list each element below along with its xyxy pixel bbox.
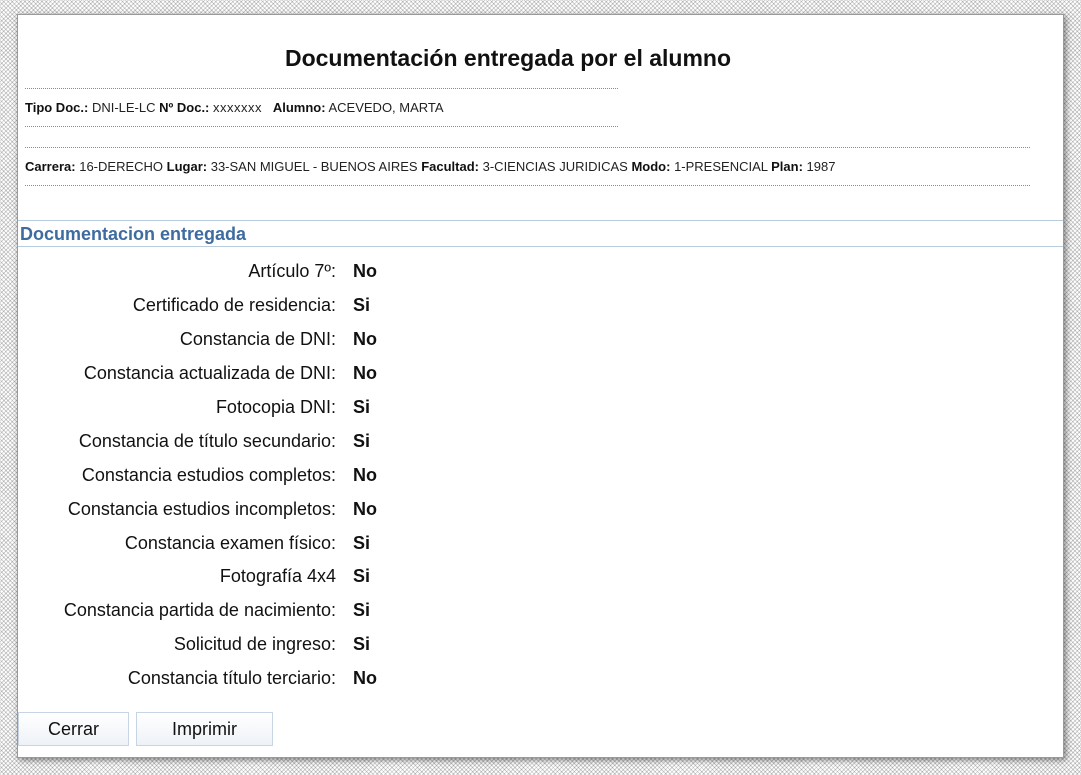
- document-label: Fotocopia DNI:: [215, 397, 336, 417]
- document-row-titulo-secundario: Constancia de título secundario: Si: [18, 424, 418, 458]
- document-status: Si: [353, 634, 371, 655]
- document-status: Si: [353, 397, 371, 417]
- document-status: No: [353, 329, 377, 350]
- lugar-value: 33-SAN MIGUEL - BUENOS AIRES: [210, 159, 418, 174]
- document-row-solicitud-ingreso: Solicitud de ingreso: Si: [18, 628, 418, 662]
- document-status: Si: [353, 430, 371, 451]
- plan-label: Plan:: [771, 159, 803, 174]
- document-label: Constancia de título secundario:: [78, 430, 336, 451]
- student-info: Tipo Doc.: DNI-LE-LC Nº Doc.: xxxxxxx Al…: [25, 100, 444, 115]
- document-row-estudios-incompletos: Constancia estudios incompletos: No: [18, 492, 418, 526]
- section-title: Documentacion entregada: [18, 220, 1063, 247]
- close-button[interactable]: Cerrar: [18, 712, 129, 746]
- divider: [25, 126, 618, 127]
- document-row-constancia-actualizada-dni: Constancia actualizada de DNI: No: [18, 357, 418, 391]
- document-status: No: [353, 668, 377, 689]
- document-row-constancia-dni: Constancia de DNI: No: [18, 323, 418, 357]
- career-info: Carrera: 16-DERECHO Lugar: 33-SAN MIGUEL…: [25, 159, 835, 174]
- document-label: Constancia partida de nacimiento:: [63, 600, 336, 621]
- carrera-label: Carrera:: [25, 159, 76, 174]
- document-status: No: [353, 363, 377, 384]
- document-list: Artículo 7º: No Certificado de residenci…: [18, 255, 418, 696]
- document-status: Si: [353, 566, 371, 587]
- document-label: Artículo 7º:: [248, 261, 336, 282]
- divider: [25, 147, 1030, 148]
- document-row-certificado-residencia: Certificado de residencia: Si: [18, 289, 418, 323]
- document-label: Fotografía 4x4: [219, 566, 336, 587]
- document-label: Constancia título terciario:: [127, 668, 336, 689]
- document-status: Si: [353, 600, 371, 621]
- document-window: Documentación entregada por el alumno Ti…: [17, 14, 1064, 758]
- document-status: Si: [353, 532, 371, 553]
- document-status: No: [353, 261, 377, 282]
- document-label: Constancia actualizada de DNI:: [83, 363, 336, 384]
- document-row-fotocopia-dni: Fotocopia DNI: Si: [18, 391, 418, 425]
- tipo-doc-label: Tipo Doc.:: [25, 100, 89, 115]
- document-label: Constancia de DNI:: [179, 329, 336, 350]
- document-status: No: [353, 464, 377, 485]
- divider: [25, 185, 1030, 186]
- page-title: Documentación entregada por el alumno: [284, 45, 732, 71]
- document-row-articulo-7: Artículo 7º: No: [18, 255, 418, 289]
- document-label: Constancia estudios completos:: [81, 464, 336, 485]
- nro-doc-label: Nº Doc.:: [159, 100, 210, 115]
- document-row-titulo-terciario: Constancia título terciario: No: [18, 662, 418, 696]
- modo-value: 1-PRESENCIAL: [674, 159, 768, 174]
- facultad-label: Facultad:: [421, 159, 479, 174]
- print-button[interactable]: Imprimir: [136, 712, 273, 746]
- carrera-value: 16-DERECHO: [79, 159, 164, 174]
- document-status: No: [353, 498, 377, 519]
- divider: [25, 88, 618, 89]
- document-label: Solicitud de ingreso:: [173, 634, 336, 655]
- document-row-fotografia: Fotografía 4x4 Si: [18, 560, 418, 594]
- alumno-value: ACEVEDO, MARTA: [328, 100, 444, 115]
- document-label: Constancia examen físico:: [124, 532, 336, 553]
- document-status: Si: [353, 295, 371, 316]
- modo-label: Modo:: [631, 159, 671, 174]
- alumno-label: Alumno:: [272, 100, 326, 115]
- facultad-value: 3-CIENCIAS JURIDICAS: [482, 159, 628, 174]
- tipo-doc-value: DNI-LE-LC: [91, 100, 156, 115]
- document-label: Constancia estudios incompletos:: [67, 498, 336, 519]
- nro-doc-value: xxxxxxx: [213, 100, 263, 115]
- plan-value: 1987: [806, 159, 836, 174]
- document-row-estudios-completos: Constancia estudios completos: No: [18, 458, 418, 492]
- document-row-examen-fisico: Constancia examen físico: Si: [18, 526, 418, 560]
- lugar-label: Lugar:: [166, 159, 208, 174]
- document-label: Certificado de residencia:: [132, 295, 336, 316]
- document-row-partida-nacimiento: Constancia partida de nacimiento: Si: [18, 594, 418, 628]
